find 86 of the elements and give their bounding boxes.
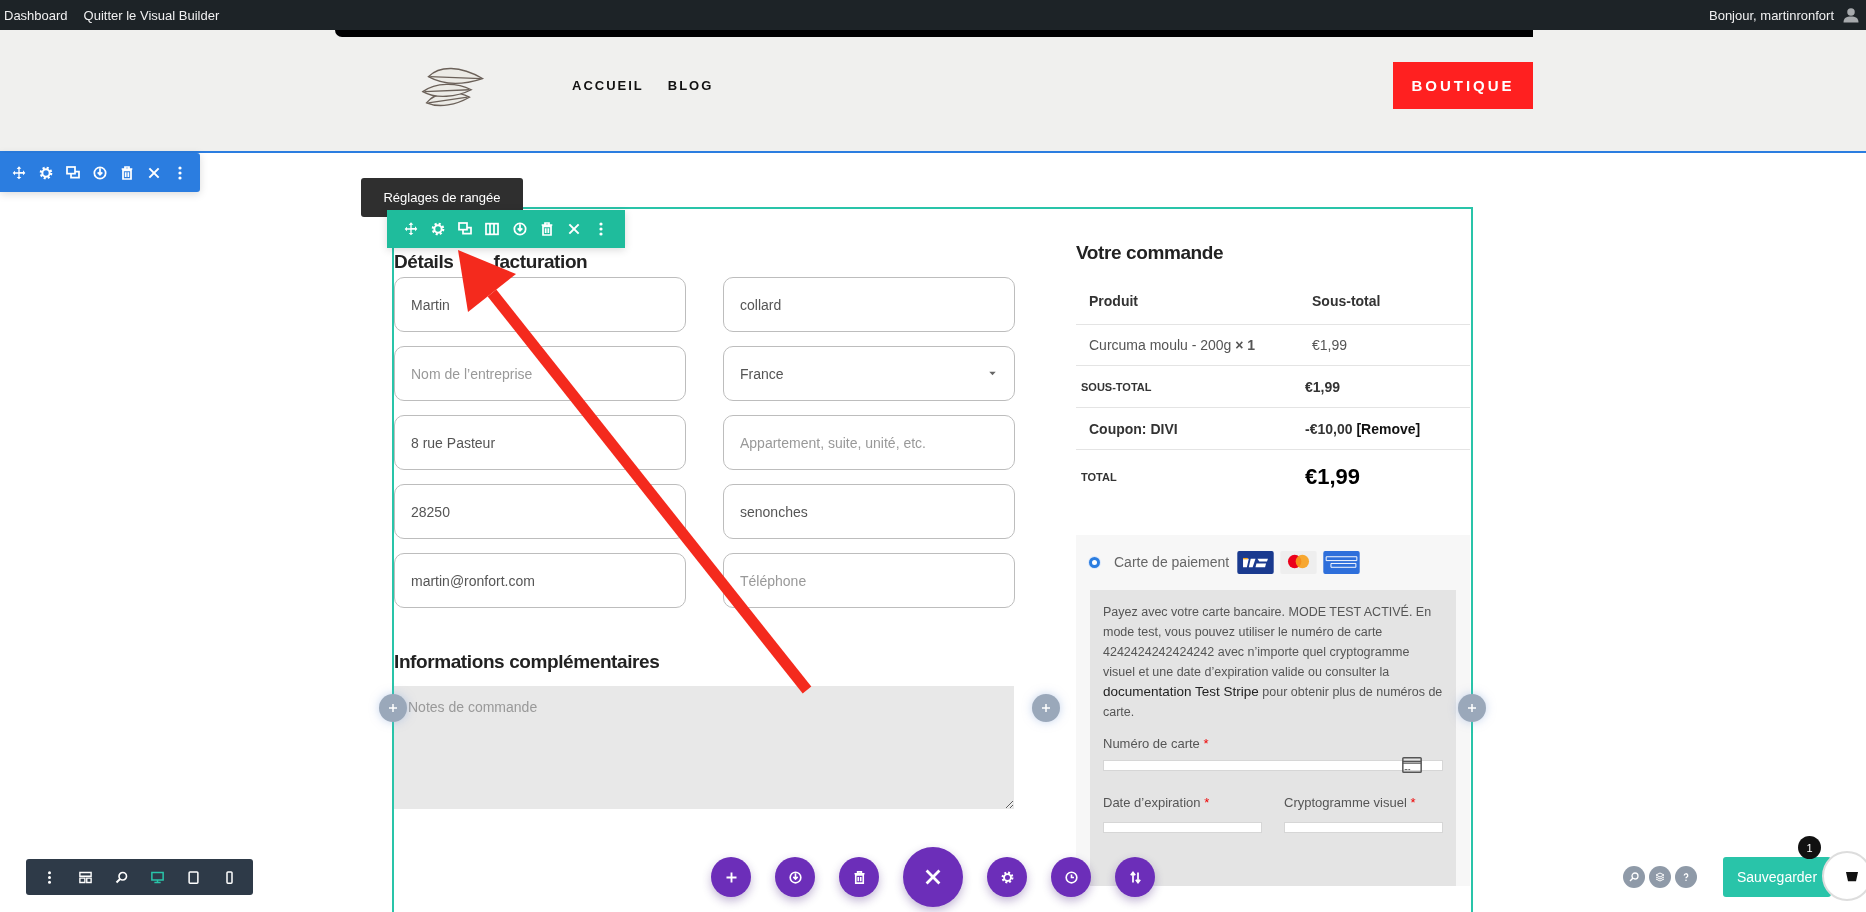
payment-method-label[interactable]: Carte de paiement <box>1114 554 1230 570</box>
table-cell: €1,99 <box>1305 464 1361 490</box>
round-button[interactable] <box>1822 851 1866 901</box>
save-icon[interactable] <box>511 221 528 237</box>
nav-link[interactable]: ACCUEIL <box>572 78 644 93</box>
admin-link[interactable]: Quitter le Visual Builder <box>83 7 220 23</box>
section-heading: Informations complémentaires <box>394 650 661 674</box>
column-header: Sous-total <box>1311 292 1381 309</box>
sort-button[interactable] <box>1115 857 1155 897</box>
input-field[interactable] <box>1103 760 1443 771</box>
table-cell-text: Coupon: DIVI <box>1088 420 1179 437</box>
duplicate-icon[interactable] <box>457 221 474 237</box>
required-mark: * <box>1204 795 1210 810</box>
field-label: Date d’expiration * <box>1103 795 1211 812</box>
remove-link[interactable]: [Remove] <box>1356 420 1421 437</box>
table-cell: €1,99 <box>1305 378 1341 395</box>
input-field[interactable]: senonches <box>723 484 1015 539</box>
heading-word: Détails <box>394 250 454 274</box>
move-icon[interactable] <box>11 164 28 181</box>
add-column-button[interactable] <box>1032 694 1060 722</box>
history-button[interactable] <box>1051 857 1091 897</box>
input-field[interactable]: Nom de l’entreprise <box>394 346 686 401</box>
plus-icon <box>1040 702 1052 714</box>
columns-icon[interactable] <box>484 221 501 237</box>
notes-field[interactable]: Notes de commande <box>394 686 1014 809</box>
tablet-icon[interactable] <box>185 869 201 885</box>
input-field[interactable]: martin@ronfort.com <box>394 553 686 608</box>
search-button[interactable] <box>1623 866 1645 888</box>
card-logo-icon <box>1237 550 1275 574</box>
shop-button[interactable]: BOUTIQUE <box>1393 62 1533 109</box>
wireframe-icon[interactable] <box>78 869 94 885</box>
count-badge: 1 <box>1798 836 1821 859</box>
clock-icon <box>1063 869 1079 885</box>
nav-link[interactable]: BLOG <box>667 78 714 93</box>
table-cell: -€10,00 <box>1305 420 1353 437</box>
input-field[interactable]: 28250 <box>394 484 686 539</box>
field-label: Numéro de carte * <box>1103 736 1210 753</box>
delete-button[interactable] <box>839 857 879 897</box>
save-icon[interactable] <box>91 164 108 181</box>
table-cell-text: SOUS-TOTAL <box>1080 380 1153 393</box>
input-field[interactable]: 8 rue Pasteur <box>394 415 686 470</box>
payment-description: Payez avec votre carte bancaire. MODE TEST ACTIVÉ. En mode test, vous pouvez utiliser le numéro de carte 4242424242424242 avec n’importe quel cryptogramme visuel et une date d’expiration valide ou consulter la documentation Test Stripe pour obtenir plus de numéros de carte. <box>1103 603 1443 721</box>
documentation-link[interactable]: documentation Test Stripe <box>1103 684 1259 699</box>
input-field[interactable]: Téléphone <box>723 553 1015 608</box>
close-button[interactable] <box>903 847 963 907</box>
add-button[interactable] <box>711 857 751 897</box>
table-cell-text: Curcuma moulu - 200g × 1 <box>1088 337 1257 353</box>
plus-icon <box>387 702 399 714</box>
settings-button[interactable] <box>987 857 1027 897</box>
plus-icon <box>1466 702 1478 714</box>
card-logo-icon <box>1323 550 1361 574</box>
input-field[interactable]: Martin <box>394 277 686 332</box>
search-icon <box>1628 871 1640 883</box>
user-icon[interactable] <box>1842 6 1860 24</box>
save-icon <box>787 869 803 885</box>
card-logo-icon <box>1280 550 1318 574</box>
settings-icon[interactable] <box>429 221 446 237</box>
section-heading: Votre commande <box>1076 241 1225 265</box>
desktop-icon[interactable] <box>149 869 165 885</box>
country-dropdown[interactable]: France <box>723 346 1015 401</box>
layers-icon <box>1654 871 1666 883</box>
add-column-button[interactable] <box>1458 694 1486 722</box>
zoom-icon[interactable] <box>114 869 130 885</box>
column-header: Produit <box>1088 292 1139 309</box>
help-button[interactable] <box>1675 866 1697 888</box>
table-cell-text: €1,99 <box>1311 337 1348 353</box>
heading-word: facturation <box>493 250 588 274</box>
table-cell-text: TOTAL <box>1080 471 1118 483</box>
required-mark: * <box>1410 795 1416 810</box>
greeting-text[interactable]: Bonjour, martinronfort <box>1709 7 1834 23</box>
required-mark: * <box>1203 736 1209 751</box>
add-column-button[interactable] <box>379 694 407 722</box>
duplicate-icon[interactable] <box>65 164 82 181</box>
move-icon[interactable] <box>402 221 419 237</box>
admin-link[interactable]: Dashboard <box>4 7 68 23</box>
input-field[interactable] <box>1284 822 1443 833</box>
field-label: Cryptogramme visuel * <box>1284 795 1417 812</box>
input-field[interactable]: collard <box>723 277 1015 332</box>
settings-icon <box>999 869 1015 885</box>
radio-button[interactable] <box>1089 556 1100 568</box>
swap-icon <box>1127 869 1143 885</box>
input-field[interactable]: Appartement, suite, unité, etc. <box>723 415 1015 470</box>
settings-icon[interactable] <box>38 164 55 181</box>
save-button[interactable] <box>775 857 815 897</box>
input-field[interactable] <box>1103 822 1262 833</box>
layers-button[interactable] <box>1649 866 1671 888</box>
